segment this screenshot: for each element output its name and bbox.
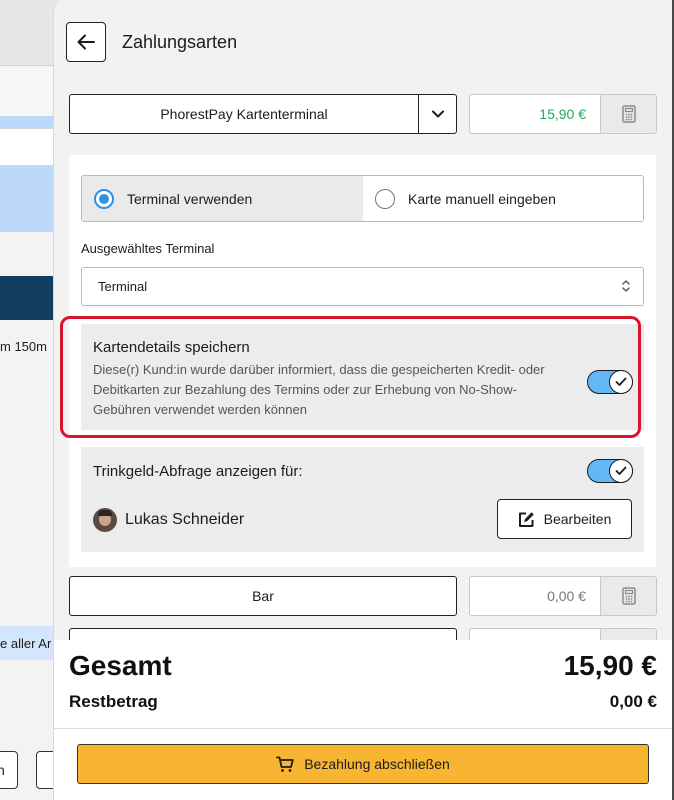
remaining-value: 0,00 € — [609, 692, 657, 711]
remaining-label: Restbetrag — [69, 692, 158, 711]
calculator-icon — [621, 105, 636, 123]
terminal-select[interactable]: Terminal — [81, 267, 644, 306]
calculator-button[interactable] — [600, 576, 657, 616]
complete-payment-label: Bezahlung abschließen — [304, 756, 450, 772]
background-blue-row-text: e aller Ar — [0, 636, 52, 651]
payment-method-label: PhorestPay Kartenterminal — [160, 106, 328, 122]
radio-option-terminal[interactable]: Terminal verwenden — [82, 176, 363, 221]
highlight-outline — [60, 316, 641, 438]
avatar — [93, 508, 117, 532]
background-dark-bar — [0, 276, 60, 320]
calculator-icon — [621, 587, 636, 605]
payment-methods-panel: Zahlungsarten PhorestPay Kartenterminal … — [53, 0, 674, 800]
radio-option-label: Terminal verwenden — [127, 190, 253, 207]
complete-payment-button[interactable]: Bezahlung abschließen — [77, 744, 649, 784]
terminal-select-value: Terminal — [98, 279, 148, 294]
calculator-button[interactable] — [600, 94, 657, 134]
edit-icon — [518, 511, 534, 527]
total-value: 15,90 € — [563, 650, 657, 681]
card-payment-section: Terminal verwenden Karte manuell eingebe… — [60, 155, 656, 567]
avatar-hair — [98, 510, 112, 516]
page-title: Zahlungsarten — [122, 32, 238, 52]
divider — [54, 728, 674, 729]
total-label: Gesamt — [69, 650, 172, 681]
background-row — [0, 66, 60, 116]
payment-method-button[interactable]: Bar — [69, 576, 457, 616]
background-row-text: m 150m — [0, 339, 47, 354]
payment-method-row: Bar 0,00 € — [69, 576, 659, 616]
background-button-label: n — [0, 762, 5, 778]
tip-prompt-toggle[interactable] — [587, 459, 633, 483]
tip-prompt-title: Trinkgeld-Abfrage anzeigen für: — [93, 463, 303, 480]
background-row — [0, 128, 60, 166]
chevron-up-down-icon — [622, 280, 630, 292]
card-mode-radio-group: Terminal verwenden Karte manuell eingebe… — [81, 175, 644, 222]
tip-prompt-box: Trinkgeld-Abfrage anzeigen für: Lukas Sc… — [81, 447, 644, 552]
payment-method-row: PhorestPay Kartenterminal 15,90 € — [69, 94, 659, 134]
background-row-selected — [0, 116, 60, 128]
radio-option-label: Karte manuell eingeben — [408, 190, 556, 207]
staff-name: Lukas Schneider — [125, 511, 245, 528]
background-app: m 150m e aller Ar n — [0, 0, 60, 800]
payment-method-dropdown-button[interactable] — [418, 95, 456, 133]
cart-icon — [276, 756, 294, 772]
payment-amount-input[interactable]: 0,00 € — [469, 576, 601, 616]
background-button[interactable]: n — [0, 751, 18, 789]
radio-selected-icon — [94, 188, 114, 209]
radio-option-manual-entry[interactable]: Karte manuell eingeben — [363, 176, 643, 221]
radio-unselected-icon — [375, 188, 395, 209]
background-header — [0, 0, 60, 66]
payment-method-select[interactable]: PhorestPay Kartenterminal — [69, 94, 457, 134]
payment-amount-input[interactable]: 15,90 € — [469, 94, 601, 134]
back-button[interactable] — [66, 22, 106, 62]
edit-button[interactable]: Bearbeiten — [497, 499, 632, 539]
check-icon — [615, 466, 627, 475]
background-row-selected — [0, 166, 60, 232]
chevron-down-icon — [431, 110, 444, 118]
arrow-left-icon — [77, 34, 95, 50]
toggle-knob — [609, 459, 633, 483]
terminal-select-label: Ausgewähltes Terminal — [81, 241, 215, 256]
payment-summary-footer: Gesamt 15,90 € Restbetrag 0,00 € Bezahlu… — [54, 640, 674, 800]
edit-button-label: Bearbeiten — [543, 511, 612, 527]
